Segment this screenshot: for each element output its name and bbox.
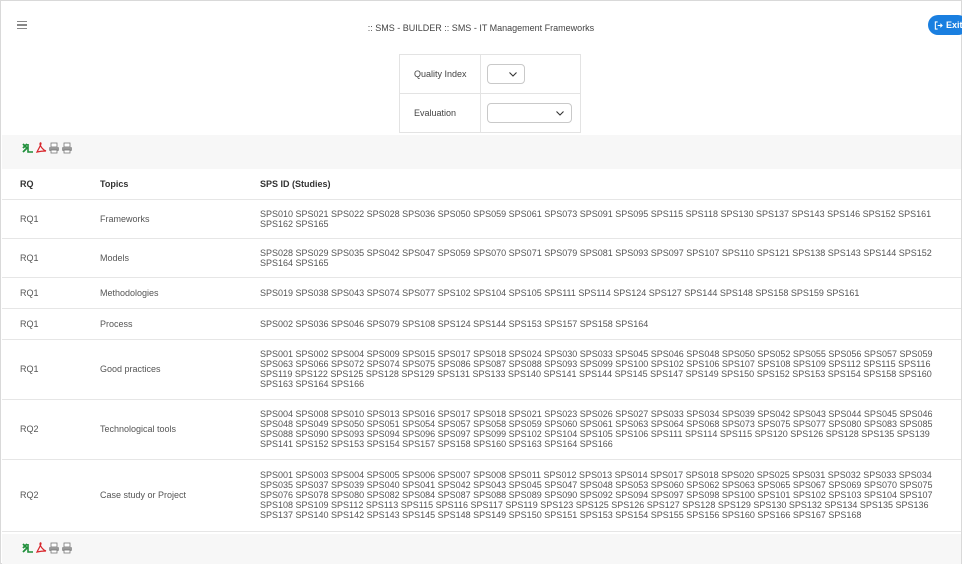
rq-cell: RQ1 xyxy=(2,199,100,239)
quality-index-select[interactable] xyxy=(487,64,525,84)
exit-button[interactable]: Exit xyxy=(928,15,962,35)
rq-cell: RQ1 xyxy=(2,308,100,340)
evaluation-label: Evaluation xyxy=(414,108,457,118)
column-header-topics[interactable]: Topics xyxy=(100,169,260,200)
rq-cell: RQ2 xyxy=(2,459,100,532)
sps-ids-cell: SPS019 SPS038 SPS043 SPS074 SPS077 SPS10… xyxy=(260,277,961,309)
rq-cell: RQ1 xyxy=(2,339,100,400)
table-row: RQ2 Case study or Project SPS001 SPS003 … xyxy=(2,459,961,532)
topic-cell: Technological tools xyxy=(100,399,260,460)
sps-ids-cell: SPS001 SPS002 SPS004 SPS009 SPS015 SPS01… xyxy=(260,339,961,400)
table-row: RQ1 Process SPS002 SPS036 SPS046 SPS079 … xyxy=(2,308,961,340)
app-window: :: SMS - BUILDER :: SMS - IT Management … xyxy=(0,0,962,564)
table-row: RQ2 Technological tools SPS004 SPS008 SP… xyxy=(2,399,961,460)
studies-table: RQ Topics SPS ID (Studies) RQ1 Framework… xyxy=(2,169,961,532)
table-row: RQ1 Methodologies SPS019 SPS038 SPS043 S… xyxy=(2,277,961,309)
export-toolbar-band-bottom xyxy=(2,534,961,564)
sps-ids-cell: SPS004 SPS008 SPS010 SPS013 SPS016 SPS01… xyxy=(260,399,961,460)
table-row: RQ1 Frameworks SPS010 SPS021 SPS022 SPS0… xyxy=(2,199,961,239)
topic-cell: Frameworks xyxy=(100,199,260,239)
export-toolbar-band xyxy=(2,135,961,169)
top-bar: :: SMS - BUILDER :: SMS - IT Management … xyxy=(1,1,962,53)
excel-icon[interactable] xyxy=(22,142,34,154)
print-icon[interactable] xyxy=(61,542,73,554)
topic-cell: Case study or Project xyxy=(100,459,260,532)
rq-cell: RQ1 xyxy=(2,277,100,309)
excel-icon[interactable] xyxy=(22,542,34,554)
sps-ids-cell: SPS010 SPS021 SPS022 SPS028 SPS036 SPS05… xyxy=(260,199,961,239)
rq-cell: RQ1 xyxy=(2,238,100,278)
table-header-row: RQ Topics SPS ID (Studies) xyxy=(2,169,961,200)
topic-cell: Models xyxy=(100,238,260,278)
table-row: RQ1 Good practices SPS001 SPS002 SPS004 … xyxy=(2,339,961,400)
topic-cell: Good practices xyxy=(100,339,260,400)
filter-panel: Quality Index Evaluation xyxy=(399,54,581,133)
rq-cell: RQ2 xyxy=(2,399,100,460)
export-toolbar-bottom xyxy=(22,542,73,554)
topic-cell: Methodologies xyxy=(100,277,260,309)
chevron-down-icon xyxy=(556,111,564,116)
pdf-icon[interactable] xyxy=(35,542,47,554)
logout-icon xyxy=(934,20,943,30)
sps-ids-cell: SPS028 SPS029 SPS035 SPS042 SPS047 SPS05… xyxy=(260,238,961,278)
pdf-icon[interactable] xyxy=(35,142,47,154)
topic-cell: Process xyxy=(100,308,260,340)
evaluation-row: Evaluation xyxy=(400,94,580,133)
quality-index-label: Quality Index xyxy=(414,69,467,79)
chevron-down-icon xyxy=(509,72,517,77)
column-header-rq[interactable]: RQ xyxy=(2,169,100,200)
print-icon[interactable] xyxy=(48,142,60,154)
export-toolbar-top xyxy=(22,142,73,154)
page-title: :: SMS - BUILDER :: SMS - IT Management … xyxy=(367,23,595,33)
print-icon[interactable] xyxy=(48,542,60,554)
exit-label: Exit xyxy=(946,20,962,30)
sps-ids-cell: SPS001 SPS003 SPS004 SPS005 SPS006 SPS00… xyxy=(260,459,961,532)
sps-ids-cell: SPS002 SPS036 SPS046 SPS079 SPS108 SPS12… xyxy=(260,308,961,340)
evaluation-select[interactable] xyxy=(487,103,572,123)
column-header-sps-id[interactable]: SPS ID (Studies) xyxy=(260,169,961,200)
print-icon[interactable] xyxy=(61,142,73,154)
quality-index-row: Quality Index xyxy=(400,55,580,94)
table-row: RQ1 Models SPS028 SPS029 SPS035 SPS042 S… xyxy=(2,238,961,278)
